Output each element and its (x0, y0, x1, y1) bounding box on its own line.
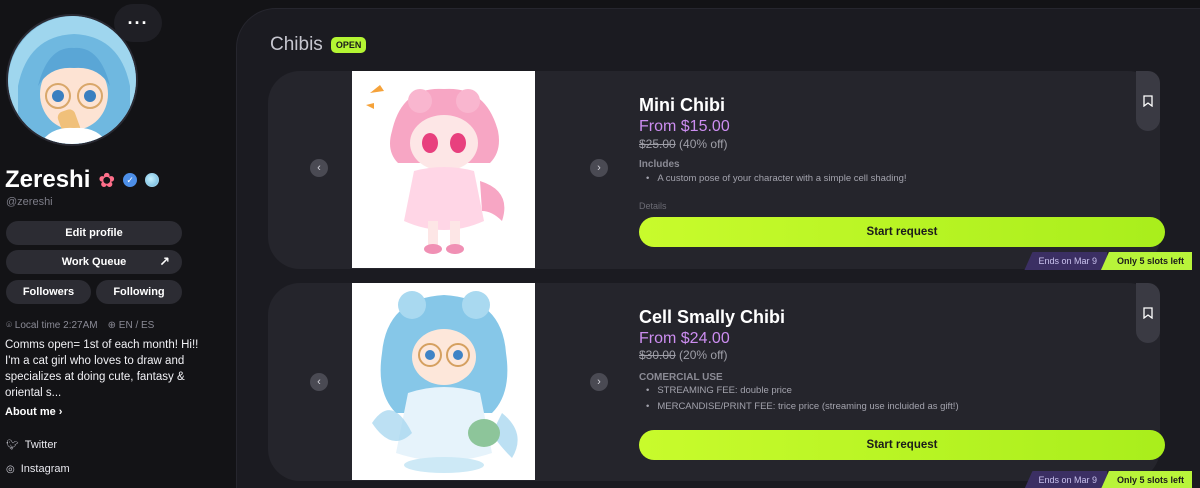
start-request-button[interactable]: Start request (639, 430, 1165, 460)
old-price: $25.00 (639, 137, 676, 151)
instagram-icon: ◎ (6, 463, 15, 475)
languages-text: EN / ES (118, 320, 155, 331)
list-item: MERCANDISE/PRINT FEE: trice price (strea… (646, 399, 958, 415)
external-arrow-icon: ↗ (159, 254, 170, 269)
slots-tag: Only 5 slots left (1100, 471, 1192, 488)
commission-thumbnail[interactable] (352, 71, 535, 268)
twitter-link[interactable]: 🐦︎ Twitter (6, 439, 57, 451)
list-item: A custom pose of your character with a s… (646, 171, 906, 187)
commissions-panel: Chibis OPEN ‹ › Mini Chibi From $15.00 $… (236, 8, 1200, 488)
commercial-use-label: COMERCIAL USE (639, 372, 723, 383)
bookmark-icon (1143, 95, 1153, 107)
commission-thumbnail[interactable] (352, 283, 535, 480)
start-request-label: Start request (866, 439, 938, 451)
local-time: ⌾ Local time 2:27AM (6, 320, 98, 331)
availability-tags: Ends on Mar 9 Only 5 slots left (1024, 471, 1192, 488)
pink-chibi-illustration (352, 71, 535, 268)
slots-tag: Only 5 slots left (1100, 252, 1192, 270)
about-me-link[interactable]: About me › (5, 406, 62, 418)
flower-icon: ✿ (98, 169, 116, 192)
local-time-text: Local time 2:27AM (14, 320, 98, 331)
includes-list: A custom pose of your character with a s… (646, 171, 906, 187)
edit-profile-button[interactable]: Edit profile (6, 221, 182, 245)
card-title: Mini Chibi (639, 95, 725, 115)
twitter-icon: 🐦︎ (6, 439, 19, 451)
status-badge: OPEN (330, 37, 367, 53)
name-row: Zereshi ✿ ✓ (5, 166, 160, 194)
section-title: Chibis (270, 34, 323, 55)
card-title: Cell Smally Chibi (639, 307, 786, 327)
meta-row: ⌾ Local time 2:27AM ⊕ EN / ES (6, 320, 154, 331)
details-label: Details (639, 201, 667, 211)
instagram-label: Instagram (20, 463, 70, 475)
fees-list: STREAMING FEE: double price MERCANDISE/P… (646, 383, 959, 415)
twitter-label: Twitter (24, 439, 58, 451)
followers-label: Followers (22, 286, 75, 298)
discount: (40% off) (679, 137, 728, 151)
location-pin-icon: ⌾ (6, 320, 12, 331)
edit-profile-label: Edit profile (65, 227, 123, 239)
old-price: $30.00 (639, 348, 676, 362)
start-request-button[interactable]: Start request (639, 217, 1165, 247)
work-queue-label: Work Queue (61, 256, 127, 268)
commission-card: ‹ › Cell Smally Chibi From $24.00 $30.00… (268, 283, 1192, 488)
bookmark-button[interactable] (1136, 71, 1160, 131)
creature-badge-icon (145, 173, 160, 187)
next-image-button[interactable]: › (590, 373, 608, 391)
prev-image-button[interactable]: ‹ (310, 373, 328, 391)
ends-tag: Ends on Mar 9 (1024, 252, 1107, 270)
card-price: From $15.00 (639, 118, 730, 135)
following-label: Following (113, 286, 165, 298)
list-item: STREAMING FEE: double price (646, 383, 959, 399)
ends-tag: Ends on Mar 9 (1024, 471, 1107, 488)
blue-chibi-illustration (352, 283, 535, 480)
commission-card: ‹ › Mini Chibi From $15.00 $25.00 (40% o… (268, 71, 1192, 270)
followers-button[interactable]: Followers (6, 280, 91, 304)
next-image-button[interactable]: › (590, 159, 608, 177)
bookmark-icon (1143, 307, 1153, 319)
profile-handle: @zereshi (6, 196, 53, 208)
following-button[interactable]: Following (96, 280, 182, 304)
languages: ⊕ EN / ES (108, 320, 155, 331)
prev-image-button[interactable]: ‹ (310, 159, 328, 177)
globe-icon: ⊕ (107, 320, 116, 331)
old-price-row: $25.00 (40% off) (639, 137, 728, 151)
bookmark-button[interactable] (1136, 283, 1160, 343)
more-options-button[interactable]: ··· (114, 4, 162, 42)
about-me-label: About me (5, 406, 56, 418)
card-price: From $24.00 (639, 330, 730, 347)
availability-tags: Ends on Mar 9 Only 5 slots left (1024, 252, 1192, 270)
includes-label: Includes (639, 159, 680, 170)
profile-name: Zereshi (5, 166, 91, 193)
old-price-row: $30.00 (20% off) (639, 348, 728, 362)
work-queue-button[interactable]: Work Queue ↗ (6, 250, 182, 274)
discount: (20% off) (679, 348, 728, 362)
section-header: Chibis OPEN (270, 34, 367, 56)
instagram-link[interactable]: ◎ Instagram (6, 463, 70, 475)
verified-icon: ✓ (123, 173, 138, 187)
profile-bio: Comms open= 1st of each month! Hi!! I'm … (5, 339, 199, 399)
start-request-label: Start request (866, 226, 938, 238)
profile-sidebar: ··· Zereshi ✿ ✓ @zereshi Edit profile Wo… (0, 0, 205, 488)
